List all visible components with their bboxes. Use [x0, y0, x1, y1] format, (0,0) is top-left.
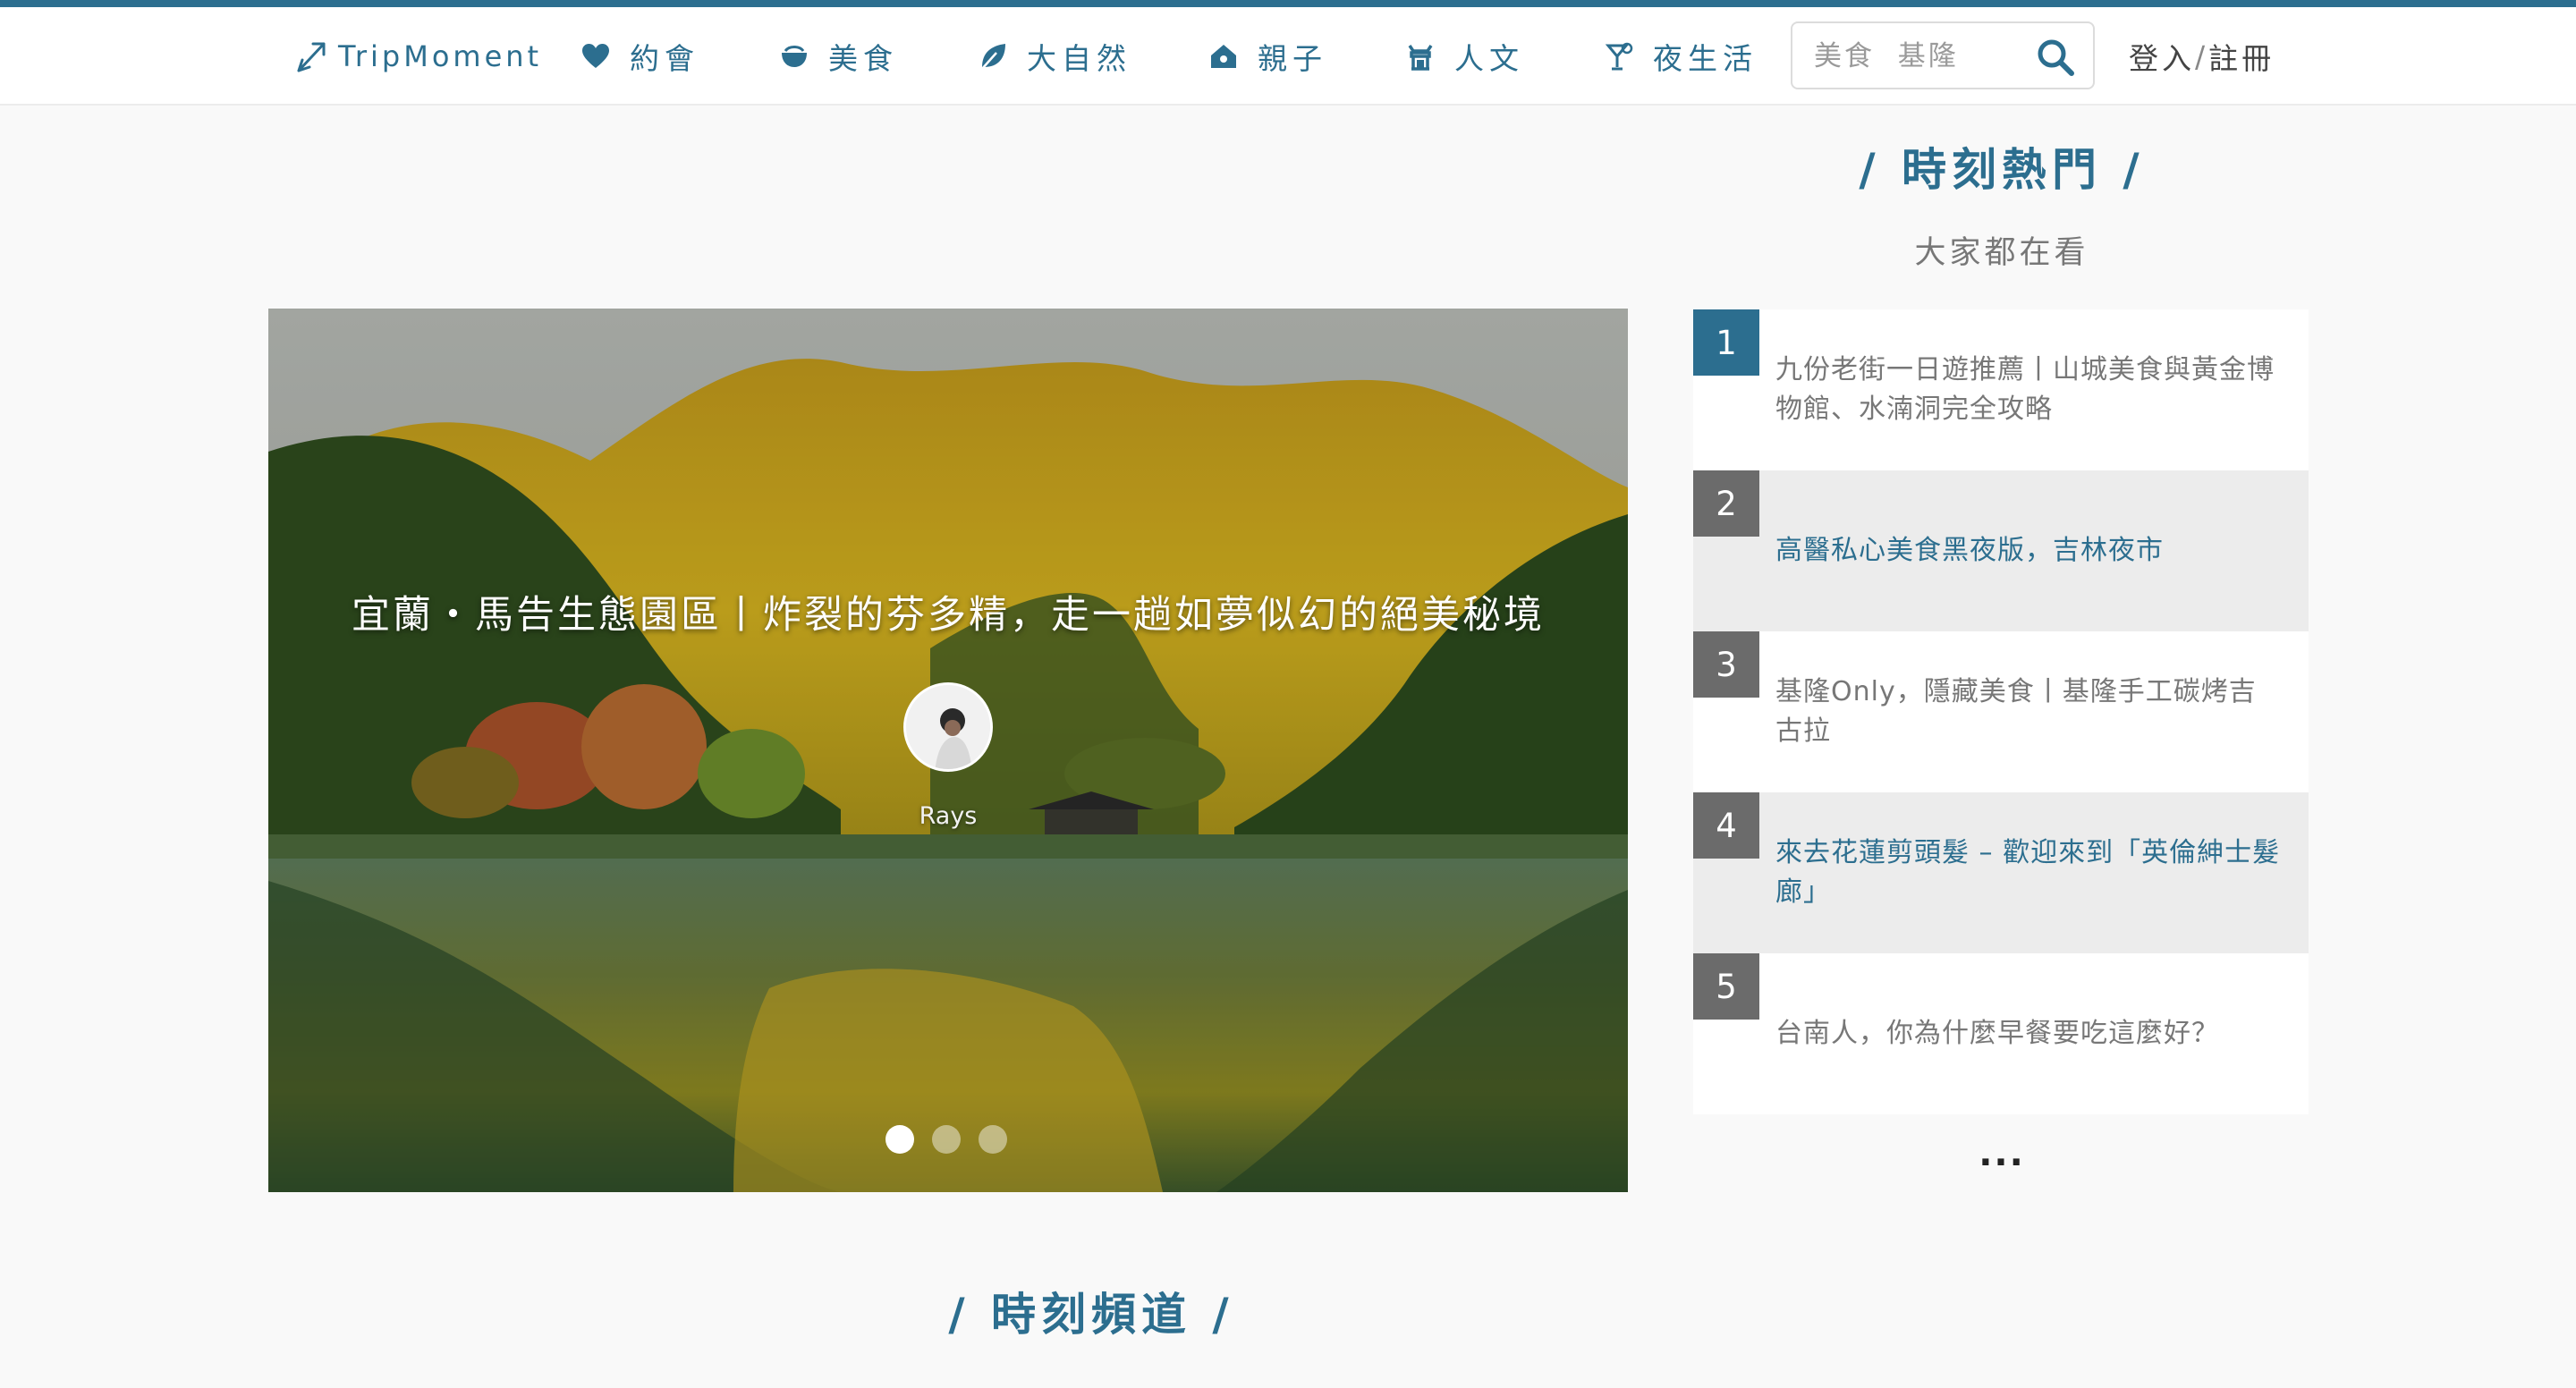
nav-item-nightlife[interactable]: 夜生活: [1605, 34, 1758, 79]
nav-item-food[interactable]: 美食: [780, 34, 898, 79]
popular-item[interactable]: 5 台南人，你為什麼早餐要吃這麼好？: [1693, 953, 2309, 1114]
popular-item[interactable]: 2 高醫私心美食黑夜版，吉林夜市: [1693, 470, 2309, 631]
nav-item-family[interactable]: 親子: [1209, 34, 1327, 79]
rank-badge: 1: [1693, 309, 1759, 376]
nav-label: 大自然: [1027, 41, 1131, 76]
popular-list: 1 九份老街一日遊推薦丨山城美食與黃金博物館、水湳洞完全攻略 2 高醫私心美食黑…: [1693, 309, 2309, 1114]
rank-badge: 4: [1693, 792, 1759, 859]
carousel-dot-2[interactable]: [932, 1125, 961, 1154]
hero-carousel[interactable]: 宜蘭・馬告生態園區丨炸裂的芬多精，走一趟如夢似幻的絕美秘境 Rays: [268, 309, 1628, 1192]
hero-article-title[interactable]: 宜蘭・馬告生態園區丨炸裂的芬多精，走一趟如夢似幻的絕美秘境: [268, 584, 1628, 639]
leaf-icon: [981, 44, 1005, 70]
search-icon[interactable]: [2036, 38, 2075, 77]
popular-item-title: 高醫私心美食黑夜版，吉林夜市: [1775, 535, 2164, 566]
auth-separator: /: [2195, 38, 2209, 74]
popular-section-subtitle: 大家都在看: [1914, 235, 2089, 271]
top-accent-bar: [0, 0, 2576, 7]
popular-item-title: 基隆Only，隱藏美食丨基隆手工碳烤吉古拉: [1775, 676, 2257, 747]
author-avatar[interactable]: [903, 682, 993, 772]
auth-links: 登入 / 註冊: [2129, 34, 2275, 79]
site-header: TripMoment 約會 美食 大自然 親子 人文 夜生活 美食 基隆 登入 …: [0, 7, 2576, 106]
popular-item[interactable]: 1 九份老街一日遊推薦丨山城美食與黃金博物館、水湳洞完全攻略: [1693, 309, 2309, 470]
rank-badge: 3: [1693, 631, 1759, 698]
house-icon: [1211, 45, 1236, 68]
carousel-dot-1[interactable]: [886, 1125, 914, 1154]
popular-item-title: 來去花蓮剪頭髮 – 歡迎來到「英倫紳士髮廊」: [1775, 837, 2281, 908]
popular-item[interactable]: 3 基隆Only，隱藏美食丨基隆手工碳烤吉古拉: [1693, 631, 2309, 792]
site-logo[interactable]: TripMoment: [293, 34, 542, 79]
author-name[interactable]: Rays: [268, 802, 1628, 830]
nav-label: 約會: [630, 41, 699, 76]
bowl-icon: [782, 46, 807, 67]
register-link[interactable]: 註冊: [2208, 35, 2275, 78]
pen-logo-icon: [297, 42, 326, 72]
popular-section-title: / 時刻熱門 /: [1859, 144, 2145, 196]
popular-item-title: 台南人，你為什麼早餐要吃這麼好？: [1775, 1018, 2219, 1049]
nav-item-culture[interactable]: 人文: [1406, 34, 1524, 79]
nav-label: 人文: [1454, 41, 1524, 76]
carousel-dot-3[interactable]: [979, 1125, 1007, 1154]
channels-section-title: / 時刻頻道 /: [0, 1279, 2576, 1343]
search-box: [1791, 21, 2095, 89]
heart-icon: [582, 44, 609, 68]
search-input[interactable]: [1814, 36, 2029, 77]
popular-more-button[interactable]: ...: [1693, 1136, 2310, 1172]
popular-item-title: 九份老街一日遊推薦丨山城美食與黃金博物館、水湳洞完全攻略: [1775, 354, 2275, 425]
temple-icon: [1408, 45, 1433, 71]
nav-label: 夜生活: [1653, 41, 1758, 76]
nav-label: 親子: [1258, 41, 1327, 76]
login-link[interactable]: 登入: [2129, 35, 2195, 78]
nav-label: 美食: [828, 41, 898, 76]
cocktail-icon: [1605, 42, 1633, 71]
channels-title-text: / 時刻頻道 /: [948, 1289, 1234, 1341]
carousel-dots: [886, 1125, 1011, 1155]
nav-item-nature[interactable]: 大自然: [979, 34, 1131, 79]
rank-badge: 5: [1693, 953, 1759, 1020]
nav-item-dating[interactable]: 約會: [581, 34, 699, 79]
rank-badge: 2: [1693, 470, 1759, 537]
popular-item[interactable]: 4 來去花蓮剪頭髮 – 歡迎來到「英倫紳士髮廊」: [1693, 792, 2309, 953]
logo-text: TripMoment: [338, 39, 543, 73]
